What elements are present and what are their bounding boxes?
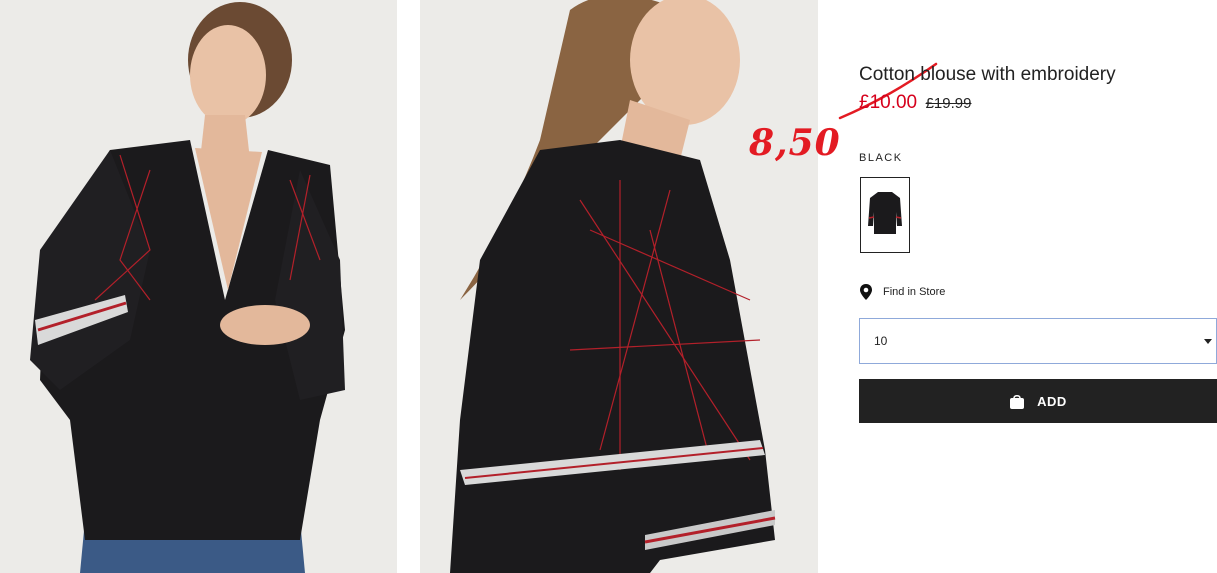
price-row: £10.00 £19.99 xyxy=(859,92,971,114)
product-title: Cotton blouse with embroidery xyxy=(859,64,1116,85)
blouse-thumbnail-icon xyxy=(868,192,902,234)
chevron-down-icon xyxy=(1204,339,1212,344)
add-button-label: ADD xyxy=(1037,393,1067,409)
find-in-store-link[interactable]: Find in Store xyxy=(859,284,945,300)
color-label: BLACK xyxy=(859,152,903,164)
product-detail-panel: Cotton blouse with embroidery £10.00 £19… xyxy=(859,0,1217,573)
model-side-photo xyxy=(420,0,818,573)
shopping-bag-icon xyxy=(1010,394,1025,409)
size-select[interactable]: 10 xyxy=(859,318,1217,364)
find-in-store-label: Find in Store xyxy=(883,286,946,298)
product-image-front[interactable] xyxy=(0,0,397,573)
product-image-side[interactable] xyxy=(420,0,818,573)
color-swatch-black[interactable] xyxy=(860,177,910,253)
size-selected-value: 10 xyxy=(874,334,888,348)
sale-price: £10.00 xyxy=(859,92,918,113)
original-price: £19.99 xyxy=(925,95,972,112)
model-front-photo xyxy=(0,0,397,573)
add-to-bag-button[interactable]: ADD xyxy=(859,379,1217,423)
location-pin-icon xyxy=(860,284,872,300)
annotated-price: 8,50 xyxy=(749,122,841,164)
